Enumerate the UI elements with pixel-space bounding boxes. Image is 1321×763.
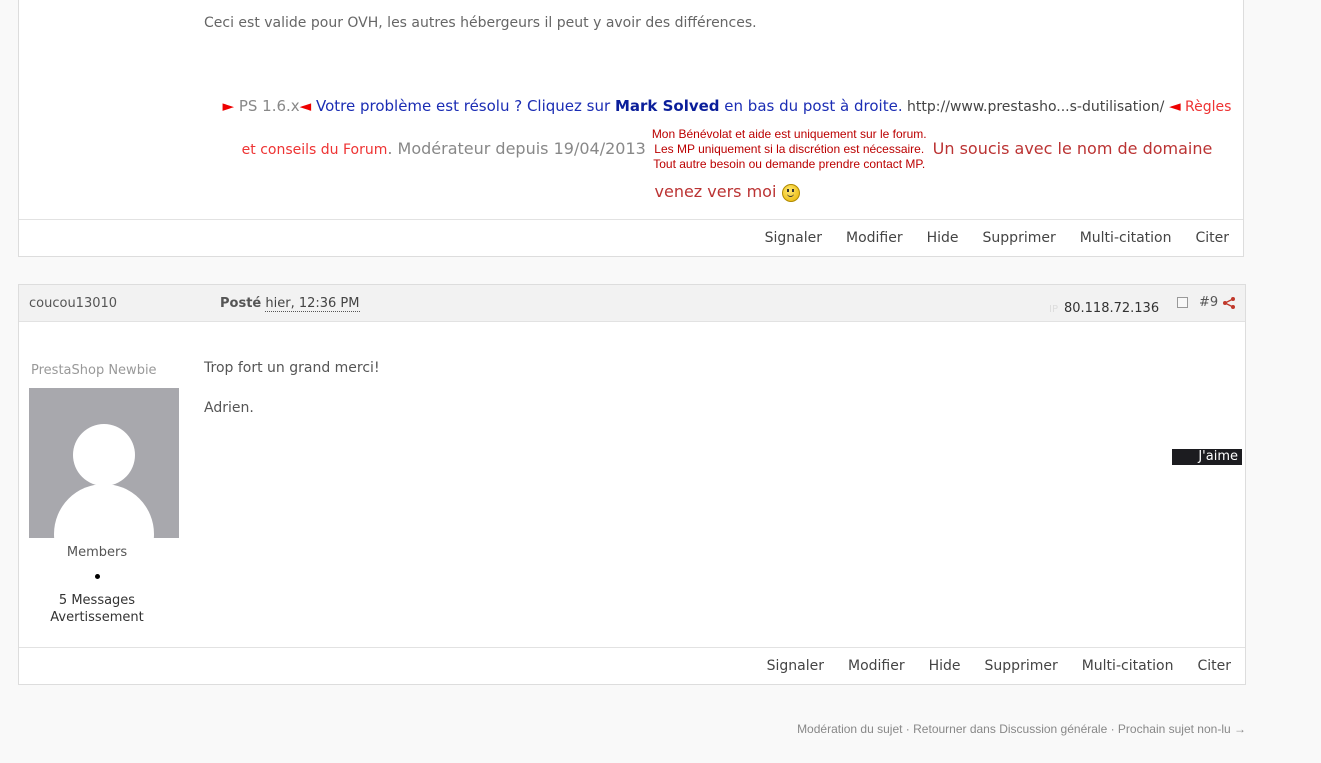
- post-body-text: Ceci est valide pour OVH, les autres héb…: [204, 15, 757, 31]
- post-header: coucou13010 Posté hier, 12:36 PM IP 80.11…: [19, 285, 1245, 322]
- ip-label: IP: [1049, 304, 1058, 315]
- signature-notice-line: Tout autre besoin ou demande prendre con…: [653, 157, 926, 171]
- posted-time[interactable]: hier, 12:36 PM: [265, 296, 360, 312]
- posted-label: Posté: [220, 296, 262, 311]
- post-previous: Ceci est valide pour OVH, les autres héb…: [18, 0, 1244, 257]
- warning-link[interactable]: Avertissement: [19, 609, 175, 626]
- signature-arrow-right: ►: [222, 97, 235, 115]
- report-button[interactable]: Signaler: [767, 658, 824, 674]
- multiquote-button[interactable]: Multi-citation: [1080, 230, 1172, 246]
- hide-button[interactable]: Hide: [929, 658, 961, 674]
- multiquote-button[interactable]: Multi-citation: [1082, 658, 1174, 674]
- post-body-line: Adrien.: [204, 400, 254, 416]
- signature-link[interactable]: http://www.prestasho...s-dutilisation/: [903, 99, 1164, 115]
- post-9: coucou13010 Posté hier, 12:36 PM IP 80.11…: [18, 284, 1246, 685]
- signature-ps-version: PS 1.6.x: [234, 97, 300, 115]
- moderation-link[interactable]: Modération du sujet: [797, 722, 902, 736]
- signature-mark-solved: Mark Solved: [614, 97, 720, 115]
- next-unread-link[interactable]: Prochain sujet non-lu →: [1118, 722, 1246, 736]
- user-rank: PrestaShop Newbie: [31, 363, 157, 378]
- edit-button[interactable]: Modifier: [846, 230, 903, 246]
- post-actions-bar: Signaler Modifier Hide Supprimer Multi-c…: [19, 219, 1243, 256]
- quote-button[interactable]: Citer: [1195, 230, 1229, 246]
- post-actions-bar: Signaler Modifier Hide Supprimer Multi-c…: [19, 647, 1245, 684]
- signature-solve-suffix: en bas du post à droite.: [719, 97, 903, 115]
- user-signature: ► PS 1.6.x◄ Votre problème est résolu ? …: [217, 86, 1237, 212]
- ip-address: IP 80.118.72.136: [1049, 301, 1159, 316]
- delete-button[interactable]: Supprimer: [985, 658, 1058, 674]
- separator: ·: [902, 722, 914, 736]
- ip-value: 80.118.72.136: [1063, 301, 1160, 316]
- signature-solve-prefix: Votre problème est résolu ? Cliquez sur: [311, 97, 615, 115]
- post-body: Trop fort un grand merci! Adrien.: [204, 358, 380, 438]
- signature-rules-arrow: ◄: [1164, 97, 1181, 115]
- select-post-checkbox[interactable]: [1177, 297, 1188, 308]
- user-group: Members: [66, 545, 128, 560]
- avatar[interactable]: [29, 388, 179, 538]
- back-to-forum-link[interactable]: Retourner dans Discussion générale: [913, 722, 1107, 736]
- author-username[interactable]: coucou13010: [29, 296, 117, 311]
- signature-notice-line: Les MP uniquement si la discrétion est n…: [654, 142, 925, 156]
- quote-button[interactable]: Citer: [1197, 658, 1231, 674]
- share-icon[interactable]: [1223, 297, 1235, 309]
- signature-notice-line: Mon Bénévolat et aide est uniquement sur…: [651, 127, 927, 141]
- smiley-icon: [781, 183, 800, 202]
- signature-arrow-left: ◄: [299, 97, 312, 115]
- report-button[interactable]: Signaler: [765, 230, 822, 246]
- separator: ·: [1107, 722, 1118, 736]
- post-date: Posté hier, 12:36 PM: [220, 296, 360, 312]
- topic-footer-nav: Modération du sujet · Retourner dans Dis…: [797, 722, 1246, 736]
- signature-notice-box: Mon Bénévolat et aide est uniquement sur…: [652, 127, 927, 172]
- signature-moderator: . Modérateur depuis 19/04/2013: [387, 139, 646, 158]
- hide-button[interactable]: Hide: [927, 230, 959, 246]
- edit-button[interactable]: Modifier: [848, 658, 905, 674]
- post-number-link[interactable]: #9: [1199, 295, 1218, 310]
- bullet-icon: [95, 574, 100, 579]
- like-button[interactable]: J'aime: [1172, 449, 1242, 465]
- post-body-line: Trop fort un grand merci!: [204, 360, 380, 376]
- user-stats: 5 Messages Avertissement: [19, 592, 175, 626]
- message-count[interactable]: 5 Messages: [19, 592, 175, 609]
- delete-button[interactable]: Supprimer: [983, 230, 1056, 246]
